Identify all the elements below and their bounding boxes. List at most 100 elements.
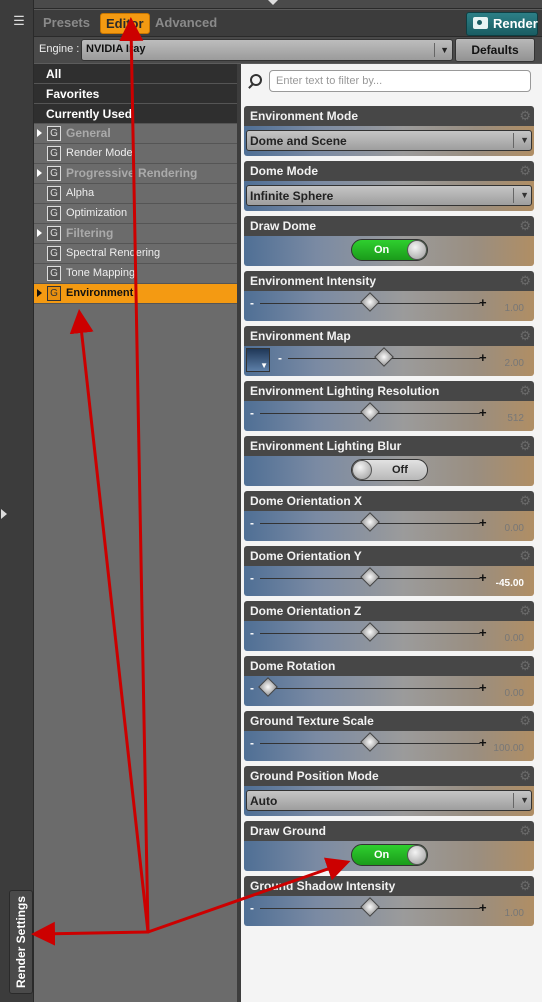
gear-icon[interactable]: ⚙: [519, 878, 531, 894]
search-icon[interactable]: [247, 74, 262, 88]
decrement-icon[interactable]: -: [278, 351, 282, 365]
decrement-icon[interactable]: -: [250, 626, 254, 640]
render-settings-side-tab[interactable]: Render Settings: [9, 890, 33, 994]
gear-icon[interactable]: ⚙: [519, 548, 531, 564]
engine-select[interactable]: NVIDIA Iray ▼: [81, 39, 453, 61]
property-slider[interactable]: - +0.00: [244, 511, 534, 541]
expand-arrow-icon[interactable]: [37, 289, 42, 297]
slider-thumb[interactable]: [374, 347, 394, 367]
gear-icon[interactable]: ⚙: [519, 658, 531, 674]
property-dropdown[interactable]: Auto ▼: [246, 790, 532, 811]
property-dropdown[interactable]: Dome and Scene ▼: [246, 130, 532, 151]
property-slider[interactable]: - +512: [244, 401, 534, 431]
slider-value[interactable]: 100.00: [493, 743, 524, 754]
increment-icon[interactable]: +: [479, 680, 487, 695]
slider-thumb[interactable]: [360, 622, 380, 642]
slider-value[interactable]: 0.00: [505, 688, 524, 699]
gear-icon[interactable]: ⚙: [519, 328, 531, 344]
tree-item-render-mode[interactable]: G Render Mode: [34, 144, 237, 164]
slider-thumb[interactable]: [360, 732, 380, 752]
gear-icon[interactable]: ⚙: [519, 823, 531, 839]
tree-item-general[interactable]: G General: [34, 124, 237, 144]
slider-value[interactable]: 0.00: [505, 633, 524, 644]
tree-item-filtering[interactable]: G Filtering: [34, 224, 237, 244]
defaults-button[interactable]: Defaults: [455, 38, 535, 62]
property-header: Ground Shadow Intensity ⚙: [244, 876, 534, 896]
gear-icon[interactable]: ⚙: [519, 218, 531, 234]
decrement-icon[interactable]: -: [250, 736, 254, 750]
tree-item-tone-mapping[interactable]: G Tone Mapping: [34, 264, 237, 284]
map-thumbnail[interactable]: ▼: [246, 348, 270, 372]
expand-arrow-icon[interactable]: [1, 509, 7, 519]
property-slider[interactable]: - +100.00: [244, 731, 534, 761]
property-body: ▼ - +2.00: [244, 346, 534, 376]
gear-icon[interactable]: ⚙: [519, 768, 531, 784]
tab-presets[interactable]: Presets: [43, 15, 90, 30]
increment-icon[interactable]: +: [479, 570, 487, 585]
gear-icon[interactable]: ⚙: [519, 713, 531, 729]
slider-value[interactable]: -45.00: [496, 578, 524, 589]
increment-icon[interactable]: +: [479, 735, 487, 750]
gear-icon[interactable]: ⚙: [519, 163, 531, 179]
tab-advanced[interactable]: Advanced: [155, 15, 217, 30]
property-slider[interactable]: - + -45.00: [244, 566, 534, 596]
increment-icon[interactable]: +: [479, 625, 487, 640]
slider-value[interactable]: 512: [507, 413, 524, 424]
gear-icon[interactable]: ⚙: [519, 438, 531, 454]
pane-menu-icon[interactable]: ☰: [8, 12, 30, 30]
filter-input[interactable]: [269, 70, 531, 92]
property-slider[interactable]: - +0.00: [244, 676, 534, 706]
gear-icon[interactable]: ⚙: [519, 383, 531, 399]
property-toggle[interactable]: Off: [351, 459, 428, 481]
slider-value[interactable]: 1.00: [505, 908, 524, 919]
property-toggle[interactable]: On: [351, 844, 428, 866]
slider-value[interactable]: 2.00: [505, 358, 524, 369]
tree-item-spectral-rendering[interactable]: G Spectral Rendering: [34, 244, 237, 264]
increment-icon[interactable]: +: [479, 295, 487, 310]
gear-icon[interactable]: ⚙: [519, 493, 531, 509]
increment-icon[interactable]: +: [479, 515, 487, 530]
gear-icon[interactable]: ⚙: [519, 273, 531, 289]
property-draw-ground: Draw Ground ⚙ On: [244, 821, 534, 871]
increment-icon[interactable]: +: [479, 350, 487, 365]
tree-item-progressive-rendering[interactable]: G Progressive Rendering: [34, 164, 237, 184]
expand-arrow-icon[interactable]: [37, 229, 42, 237]
render-button[interactable]: Render: [466, 12, 538, 36]
property-slider[interactable]: - +0.00: [244, 621, 534, 651]
tab-editor[interactable]: Editor: [100, 13, 150, 34]
tree-item-optimization[interactable]: G Optimization: [34, 204, 237, 224]
expand-arrow-icon[interactable]: [37, 129, 42, 137]
property-slider[interactable]: - +1.00: [244, 291, 534, 321]
tree-header-all[interactable]: All: [34, 64, 237, 84]
slider-thumb[interactable]: [258, 677, 278, 697]
slider-value[interactable]: 0.00: [505, 523, 524, 534]
decrement-icon[interactable]: -: [250, 571, 254, 585]
slider-thumb[interactable]: [360, 512, 380, 532]
collapse-arrow-icon[interactable]: [268, 0, 278, 5]
increment-icon[interactable]: +: [479, 900, 487, 915]
decrement-icon[interactable]: -: [250, 516, 254, 530]
property-slider[interactable]: - +1.00: [244, 896, 534, 926]
property-slider[interactable]: ▼ - +2.00: [244, 346, 534, 376]
tree-item-alpha[interactable]: G Alpha: [34, 184, 237, 204]
expand-arrow-icon[interactable]: [37, 169, 42, 177]
decrement-icon[interactable]: -: [250, 901, 254, 915]
property-toggle[interactable]: On: [351, 239, 428, 261]
slider-thumb[interactable]: [360, 402, 380, 422]
gear-icon[interactable]: ⚙: [519, 603, 531, 619]
tree-header-favorites[interactable]: Favorites: [34, 84, 237, 104]
decrement-icon[interactable]: -: [250, 681, 254, 695]
property-dropdown[interactable]: Infinite Sphere ▼: [246, 185, 532, 206]
decrement-icon[interactable]: -: [250, 406, 254, 420]
slider-thumb[interactable]: [360, 897, 380, 917]
tree-item-environment[interactable]: G Environment: [34, 284, 237, 304]
tree-header-currently-used[interactable]: Currently Used: [34, 104, 237, 124]
decrement-icon[interactable]: -: [250, 296, 254, 310]
gear-icon[interactable]: ⚙: [519, 108, 531, 124]
slider-track[interactable]: [260, 688, 480, 689]
slider-thumb[interactable]: [360, 567, 380, 587]
slider-value[interactable]: 1.00: [505, 303, 524, 314]
increment-icon[interactable]: +: [479, 405, 487, 420]
slider-thumb[interactable]: [360, 292, 380, 312]
property-dome-mode: Dome Mode ⚙ Infinite Sphere ▼: [244, 161, 534, 211]
